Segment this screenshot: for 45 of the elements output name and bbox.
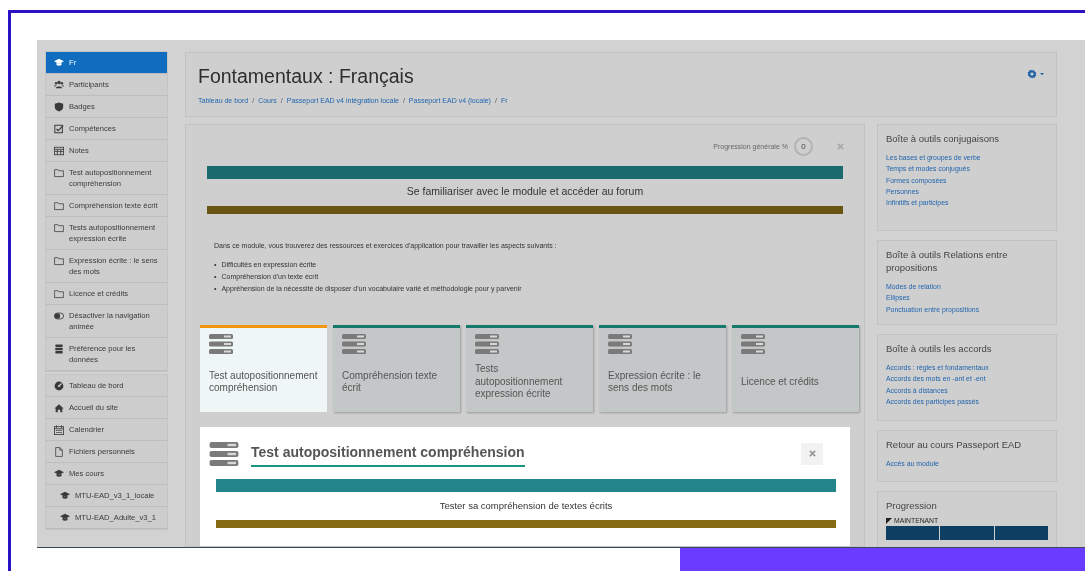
folder-icon <box>54 255 64 266</box>
toggle-icon <box>54 310 64 321</box>
folder-icon <box>54 200 64 211</box>
list-stack-icon <box>741 334 765 354</box>
list-stack-icon <box>342 334 366 354</box>
section-tile[interactable]: Test autopositionnement compréhension <box>200 325 327 412</box>
list-stack-icon <box>209 334 233 354</box>
mortarboard-icon <box>54 468 64 479</box>
users-icon <box>54 79 64 90</box>
table-icon <box>54 145 64 156</box>
progress-value: 0 <box>794 137 813 156</box>
section-subtitle: Tester sa compréhension de textes écrits <box>438 499 614 513</box>
block-title: Boîte à outils conjugaisons <box>886 132 1001 145</box>
calendar-icon <box>54 424 64 435</box>
flag-icon <box>886 517 892 524</box>
section-tile[interactable]: Expression écrite : le sens des mots <box>599 325 726 412</box>
folder-icon <box>54 222 64 233</box>
mortarboard-icon <box>54 57 64 68</box>
shield-icon <box>54 101 64 112</box>
folder-icon <box>54 167 64 178</box>
checkbox-icon <box>54 123 64 134</box>
list-stack-icon <box>608 334 632 354</box>
block-title: Boîte à outils les accords <box>886 342 993 355</box>
mortarboard-icon <box>60 490 70 501</box>
list-stack-icon <box>475 334 499 354</box>
section-title: Se familiariser avec le module et accéder au forum <box>405 184 645 199</box>
list-stack-icon <box>209 441 239 466</box>
section-tile[interactable]: Licence et crédits <box>732 325 859 412</box>
section-tile[interactable]: Compréhension texte écrit <box>333 325 460 412</box>
page-title: Fontamentaux : Français <box>198 65 414 87</box>
close-icon <box>808 450 816 457</box>
database-icon <box>54 343 64 354</box>
close-icon[interactable] <box>837 143 844 150</box>
section-heading: Test autopositionnement compréhension <box>251 444 525 467</box>
settings-icon <box>1027 69 1044 79</box>
close-button[interactable] <box>801 442 823 465</box>
mortarboard-icon <box>60 512 70 523</box>
file-icon <box>54 446 64 457</box>
gauge-icon <box>54 380 64 391</box>
block-title: Progression <box>886 499 938 512</box>
block-title: Boîte à outils Relations entre propositions <box>886 248 1009 274</box>
home-icon <box>54 402 64 413</box>
section-tile[interactable]: Tests autopositionnement expression écrite <box>466 325 593 412</box>
block-title: Retour au cours Passeport EAD <box>886 438 1023 451</box>
folder-icon <box>54 288 64 299</box>
